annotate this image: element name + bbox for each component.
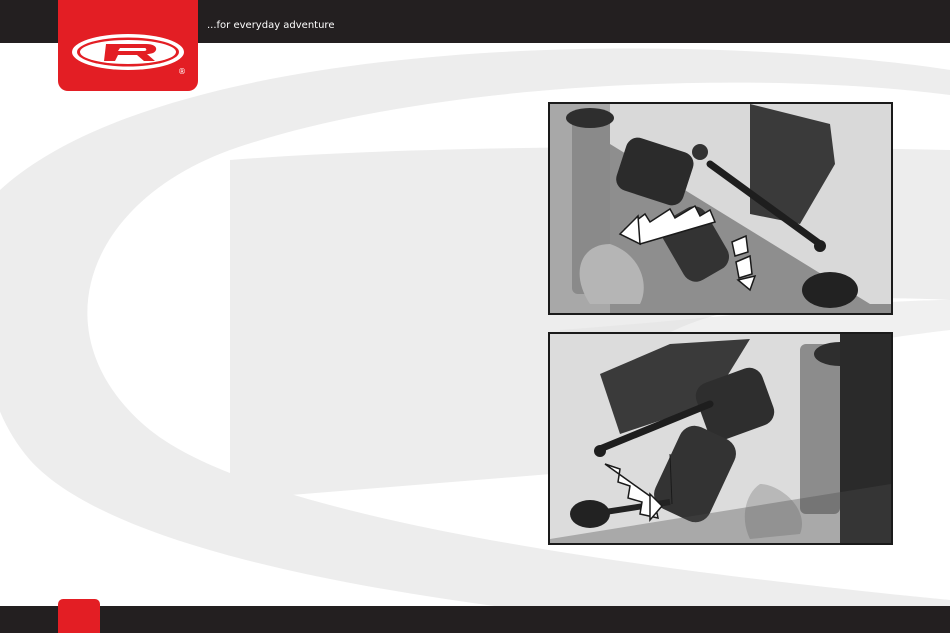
registered-mark: ®	[178, 67, 186, 76]
figure-throttle-closed	[548, 332, 893, 545]
brand-logo-icon: ®	[72, 34, 186, 76]
bottom-footer-bar	[0, 606, 950, 633]
page-tab	[58, 599, 100, 633]
header-tagline: ...for everyday adventure	[207, 20, 335, 31]
figure-throttle-open	[548, 102, 893, 315]
brand-logo-tab: ®	[58, 0, 198, 91]
handlebar-throttle-open-photo-icon	[550, 104, 891, 313]
handlebar-throttle-closed-photo-icon	[550, 334, 891, 543]
